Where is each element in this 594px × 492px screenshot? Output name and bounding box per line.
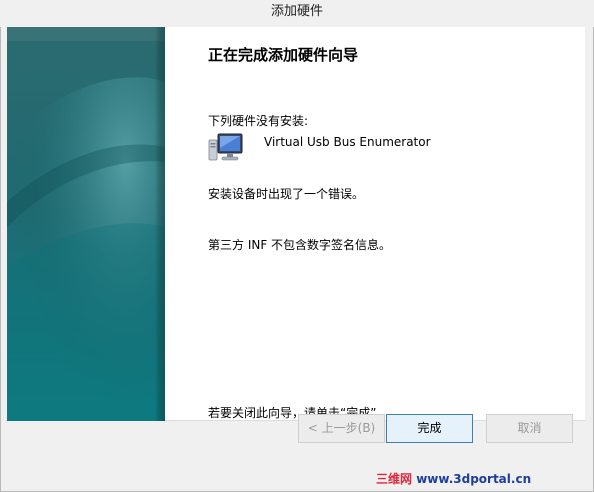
device-item: Virtual Usb Bus Enumerator xyxy=(208,130,578,164)
device-name: Virtual Usb Bus Enumerator xyxy=(264,135,431,149)
sidebar-gradient-graphic xyxy=(7,27,165,421)
title-bar: 添加硬件 xyxy=(0,0,594,27)
watermark: 三维网 www.3dportal.cn xyxy=(376,470,576,486)
error-detail: 第三方 INF 不包含数字签名信息。 xyxy=(208,238,392,252)
cancel-button[interactable]: 取消 xyxy=(486,414,573,443)
wizard-content: 正在完成添加硬件向导 下列硬件没有安装: Virtual Usb Bus Enu… xyxy=(7,27,585,421)
wizard-main-panel: 正在完成添加硬件向导 下列硬件没有安装: Virtual Usb Bus Enu… xyxy=(165,27,585,421)
back-button[interactable]: < 上一步(B) xyxy=(298,414,385,443)
window-title: 添加硬件 xyxy=(270,4,323,19)
computer-monitor-icon xyxy=(208,132,244,164)
not-installed-label: 下列硬件没有安装: xyxy=(208,114,309,128)
watermark-url: www.3dportal.cn xyxy=(416,472,532,486)
watermark-brand: 三维网 xyxy=(376,472,413,486)
wizard-sidebar-banner xyxy=(7,27,165,421)
error-message: 安装设备时出现了一个错误。 xyxy=(208,187,365,201)
page-title: 正在完成添加硬件向导 xyxy=(208,46,359,64)
finish-button[interactable]: 完成 xyxy=(386,414,473,443)
